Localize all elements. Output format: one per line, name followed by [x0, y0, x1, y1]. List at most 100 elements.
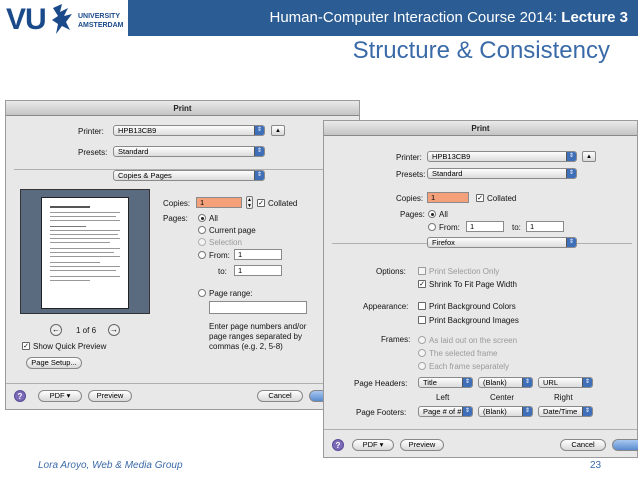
frames-label: Frames:	[381, 335, 411, 344]
print-bg-images-label: Print Background Images	[429, 316, 519, 325]
pages-all-label: All	[439, 210, 448, 219]
column-left-label: Left	[436, 393, 450, 402]
pages-from-input[interactable]: 1	[234, 249, 282, 260]
frames-laid-out-radio	[418, 336, 426, 344]
pdf-menu-button[interactable]: PDF ▾	[352, 439, 394, 451]
copies-input[interactable]: 1	[196, 197, 242, 208]
header-center-select[interactable]: (Blank) ⇕	[478, 377, 533, 388]
pages-to-label: to:	[218, 267, 227, 276]
slide-number: 23	[590, 460, 602, 471]
pages-label: Pages:	[400, 210, 425, 219]
pdf-menu-button[interactable]: PDF ▾	[38, 390, 82, 402]
show-quick-preview-checkbox[interactable]: ✓	[22, 342, 30, 350]
cancel-button[interactable]: Cancel	[560, 439, 606, 451]
footer-center-select[interactable]: (Blank) ⇕	[478, 406, 533, 417]
appearance-label: Appearance:	[363, 302, 409, 311]
section-select[interactable]: Firefox ⇕	[427, 237, 577, 248]
next-page-button[interactable]: →	[108, 324, 120, 336]
copies-input[interactable]: 1	[427, 192, 469, 203]
page-headers-label: Page Headers:	[354, 379, 408, 388]
help-button[interactable]: ?	[332, 439, 344, 451]
page-setup-button[interactable]: Page Setup...	[26, 357, 82, 369]
cancel-button[interactable]: Cancel	[257, 390, 303, 402]
frames-selected-label: The selected frame	[429, 349, 498, 358]
preview-page-info: 1 of 6	[76, 326, 97, 335]
footer-right-select[interactable]: Date/Time ⇕	[538, 406, 593, 417]
pages-selection-label: Selection	[209, 238, 242, 247]
pages-to-input[interactable]: 1	[526, 221, 564, 232]
show-quick-preview-label: Show Quick Preview	[33, 342, 107, 351]
shrink-to-fit-checkbox[interactable]: ✓	[418, 280, 426, 288]
options-label: Options:	[376, 267, 406, 276]
pages-label: Pages:	[163, 214, 188, 223]
printer-label: Printer:	[396, 153, 422, 162]
header-right-select[interactable]: URL ⇕	[538, 377, 593, 388]
print-bg-images-checkbox[interactable]	[418, 316, 426, 324]
help-button[interactable]: ?	[14, 390, 26, 402]
pages-from-label: From:	[209, 251, 230, 260]
previous-page-button[interactable]: ←	[50, 324, 62, 336]
copies-stepper[interactable]: ▲ ▼	[246, 196, 253, 209]
dialog-title-bar[interactable]: Print	[6, 101, 359, 116]
pages-all-label: All	[209, 214, 218, 223]
collated-checkbox[interactable]: ✓	[476, 194, 484, 202]
print-dialog-firefox: Print Printer: HPB13CB9 ⇕ ▲ Presets: Stan…	[323, 120, 638, 458]
pages-to-input[interactable]: 1	[234, 265, 282, 276]
presets-select[interactable]: Standard ⇕	[113, 146, 265, 157]
page-footers-label: Page Footers:	[356, 408, 407, 417]
pages-from-radio[interactable]	[198, 251, 206, 259]
collated-checkbox[interactable]: ✓	[257, 199, 265, 207]
page-range-hint: Enter page numbers and/or page ranges se…	[209, 322, 307, 351]
header-bar: Human-Computer Interaction Course 2014: …	[128, 0, 638, 36]
print-bg-colors-label: Print Background Colors	[429, 302, 516, 311]
pages-from-input[interactable]: 1	[466, 221, 504, 232]
expand-dialog-button[interactable]: ▲	[271, 125, 285, 136]
presets-label: Presets:	[78, 148, 108, 157]
copies-label: Copies:	[396, 194, 424, 203]
frames-each-radio	[418, 362, 426, 370]
divider	[324, 429, 637, 430]
collated-label: Collated	[487, 194, 517, 203]
griffin-logo-icon	[52, 4, 72, 34]
divider	[6, 383, 359, 384]
university-logo-text: UNIVERSITY AMSTERDAM	[78, 13, 124, 29]
preview-button[interactable]: Preview	[400, 439, 444, 451]
column-right-label: Right	[554, 393, 573, 402]
print-selection-only-label: Print Selection Only	[429, 267, 500, 276]
section-select[interactable]: Copies & Pages ⇕	[113, 170, 265, 181]
footer-author: Lora Aroyo, Web & Media Group	[38, 460, 183, 471]
pages-current-label: Current page	[209, 226, 256, 235]
column-center-label: Center	[490, 393, 515, 402]
header-left-select[interactable]: Title ⇕	[418, 377, 473, 388]
expand-dialog-button[interactable]: ▲	[582, 151, 596, 162]
pages-all-radio[interactable]	[198, 214, 206, 222]
course-title: Human-Computer Interaction Course 2014: …	[269, 9, 628, 26]
frames-laid-out-label: As laid out on the screen	[429, 336, 518, 345]
frames-each-label: Each frame separately	[429, 362, 510, 371]
printer-select[interactable]: HPB13CB9 ⇕	[113, 125, 265, 136]
presets-label: Presets:	[396, 170, 426, 179]
preview-button[interactable]: Preview	[88, 390, 132, 402]
pages-from-label: From:	[439, 223, 460, 232]
dialog-title-bar[interactable]: Print	[324, 121, 637, 136]
pages-from-radio[interactable]	[428, 223, 436, 231]
printer-select[interactable]: HPB13CB9 ⇕	[427, 151, 577, 162]
vu-logo-wordmark: VU	[6, 3, 47, 36]
page-range-label: Page range:	[209, 289, 253, 298]
page-preview-pane	[20, 189, 150, 314]
frames-selected-radio	[418, 349, 426, 357]
page-range-input[interactable]	[209, 301, 307, 314]
pages-all-radio[interactable]	[428, 210, 436, 218]
print-selection-only-checkbox	[418, 267, 426, 275]
footer-left-select[interactable]: Page # of # ⇕	[418, 406, 473, 417]
pages-current-radio[interactable]	[198, 226, 206, 234]
printer-label: Printer:	[78, 127, 104, 136]
presets-select[interactable]: Standard ⇕	[427, 168, 577, 179]
print-bg-colors-checkbox[interactable]	[418, 302, 426, 310]
copies-label: Copies:	[163, 199, 191, 208]
slide-title: Structure & Consistency	[352, 37, 610, 64]
print-button[interactable]	[612, 439, 638, 451]
pages-selection-radio	[198, 238, 206, 246]
page-range-radio[interactable]	[198, 289, 206, 297]
shrink-to-fit-label: Shrink To Fit Page Width	[429, 280, 517, 289]
